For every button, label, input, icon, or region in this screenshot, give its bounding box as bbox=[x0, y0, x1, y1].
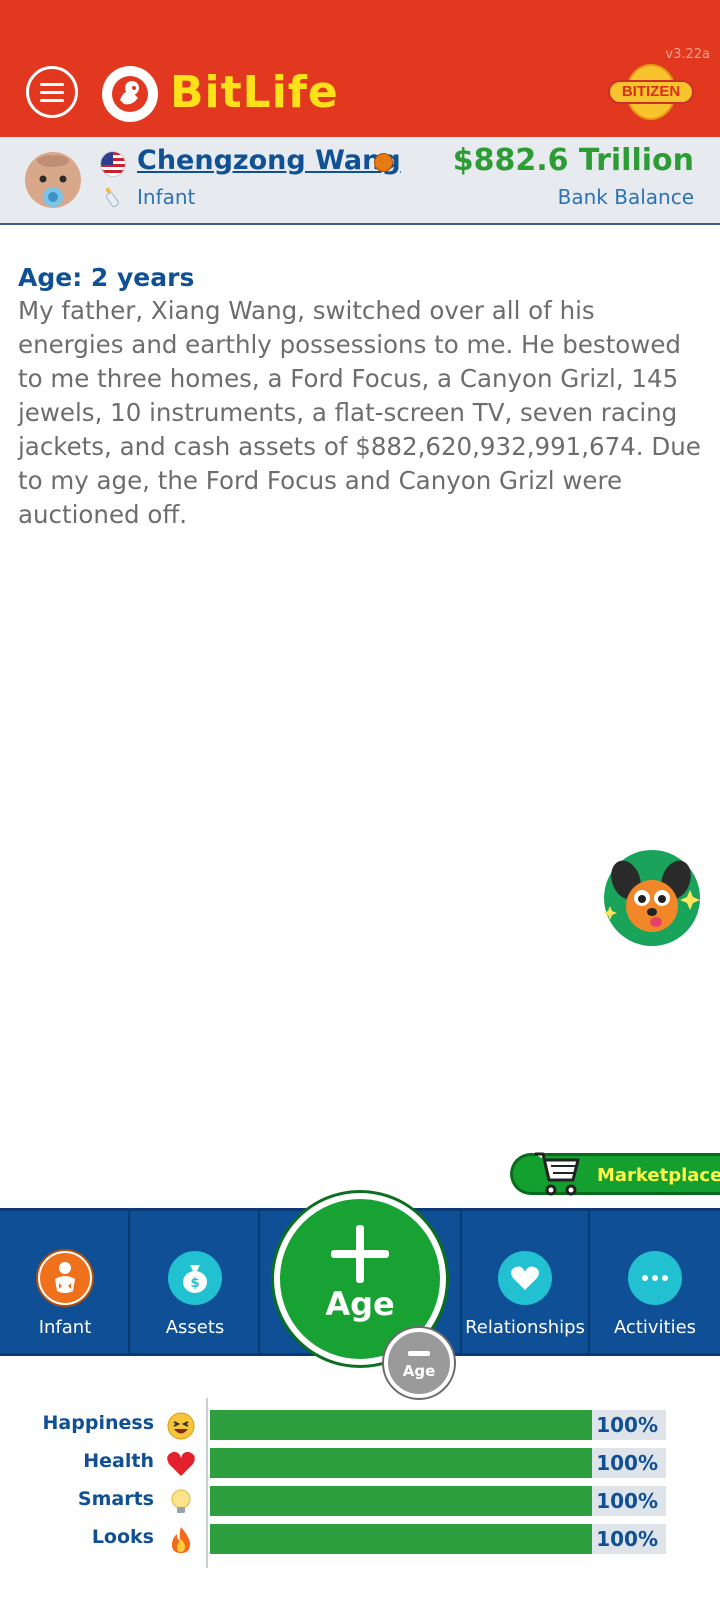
stat-row-looks[interactable]: Looks 100% bbox=[0, 1524, 720, 1556]
log-entry-text: My father, Xiang Wang, switched over all… bbox=[18, 296, 701, 529]
marketplace-button[interactable]: Marketplace bbox=[510, 1152, 720, 1196]
stat-bar-fill bbox=[210, 1410, 592, 1440]
more-icon bbox=[628, 1251, 682, 1305]
heart-icon bbox=[166, 1449, 196, 1479]
stat-percent: 100% bbox=[596, 1527, 658, 1551]
bank-balance-value: $882.6 Trillion bbox=[452, 143, 694, 178]
age-button-label: Age bbox=[325, 1285, 395, 1323]
avatar[interactable] bbox=[22, 149, 84, 213]
nav-label-relationships: Relationships bbox=[465, 1317, 585, 1338]
stat-bar: 100% bbox=[210, 1448, 666, 1478]
nav-label-assets: Assets bbox=[165, 1317, 225, 1338]
bitizen-badge[interactable]: BITIZEN bbox=[608, 64, 694, 120]
embryo-icon bbox=[112, 76, 148, 112]
menu-button[interactable] bbox=[26, 66, 78, 118]
stat-bar-fill bbox=[210, 1524, 592, 1554]
header-bar: v3.22a BitLife BITIZEN bbox=[0, 0, 720, 137]
laughing-face-icon bbox=[166, 1411, 196, 1441]
stat-row-happiness[interactable]: Happiness 100% bbox=[0, 1410, 720, 1442]
baby-avatar-icon bbox=[25, 152, 81, 208]
stat-row-smarts[interactable]: Smarts 100% bbox=[0, 1486, 720, 1518]
us-flag-icon bbox=[100, 151, 126, 177]
lightbulb-icon bbox=[166, 1487, 196, 1517]
nav-label-infant: Infant bbox=[38, 1317, 92, 1338]
bitlife-logo-icon bbox=[102, 66, 158, 122]
baby-bottle-icon bbox=[100, 186, 124, 210]
stat-label: Smarts bbox=[77, 1488, 154, 1510]
nav-item-infant[interactable]: Infant bbox=[0, 1211, 130, 1353]
stat-label: Happiness bbox=[42, 1412, 154, 1434]
life-stage-label: Infant bbox=[137, 185, 196, 209]
dog-face-icon bbox=[603, 852, 700, 944]
age-down-button[interactable]: Age bbox=[384, 1328, 454, 1398]
menu-line bbox=[40, 82, 64, 86]
nav-item-activities[interactable]: Activities bbox=[590, 1211, 720, 1353]
stat-label: Health bbox=[83, 1450, 154, 1472]
shopping-cart-icon bbox=[531, 1148, 583, 1198]
bank-balance-label: Bank Balance bbox=[557, 185, 694, 209]
stat-bar: 100% bbox=[210, 1410, 666, 1440]
app-logo-text: BitLife bbox=[170, 67, 339, 118]
life-log: Age: 2 years My father, Xiang Wang, swit… bbox=[18, 262, 704, 532]
app-screen: v3.22a BitLife BITIZEN Chengzong Wang In… bbox=[0, 0, 720, 1600]
money-bag-icon: $ bbox=[168, 1251, 222, 1305]
menu-line bbox=[40, 98, 64, 102]
svg-text:$: $ bbox=[190, 1276, 199, 1291]
stat-percent: 100% bbox=[596, 1413, 658, 1437]
age-down-label: Age bbox=[402, 1362, 436, 1380]
profile-bar: Chengzong Wang Infant $882.6 Trillion Ba… bbox=[0, 137, 720, 225]
stat-row-health[interactable]: Health 100% bbox=[0, 1448, 720, 1480]
stat-bar: 100% bbox=[210, 1524, 666, 1554]
stat-label: Looks bbox=[91, 1526, 154, 1548]
nav-label-activities: Activities bbox=[613, 1317, 697, 1338]
stat-percent: 100% bbox=[596, 1451, 658, 1475]
baby-icon bbox=[38, 1251, 92, 1305]
marketplace-label: Marketplace bbox=[597, 1165, 720, 1186]
nav-item-relationships[interactable]: Relationships bbox=[460, 1211, 590, 1353]
fire-icon bbox=[166, 1525, 196, 1555]
log-age-heading: Age: 2 years bbox=[18, 263, 195, 292]
stat-percent: 100% bbox=[596, 1489, 658, 1513]
basketball-icon bbox=[374, 153, 393, 172]
stat-bar-fill bbox=[210, 1486, 592, 1516]
bitizen-label: BITIZEN bbox=[608, 80, 694, 104]
minus-icon bbox=[408, 1351, 430, 1356]
stat-bar-fill bbox=[210, 1448, 592, 1478]
plus-icon bbox=[331, 1225, 389, 1283]
stat-bar: 100% bbox=[210, 1486, 666, 1516]
version-label: v3.22a bbox=[665, 47, 710, 62]
pet-button[interactable] bbox=[603, 850, 700, 946]
character-name-link[interactable]: Chengzong Wang bbox=[137, 145, 401, 176]
heart-icon bbox=[498, 1251, 552, 1305]
menu-line bbox=[40, 90, 64, 94]
nav-item-assets[interactable]: $ Assets bbox=[130, 1211, 260, 1353]
